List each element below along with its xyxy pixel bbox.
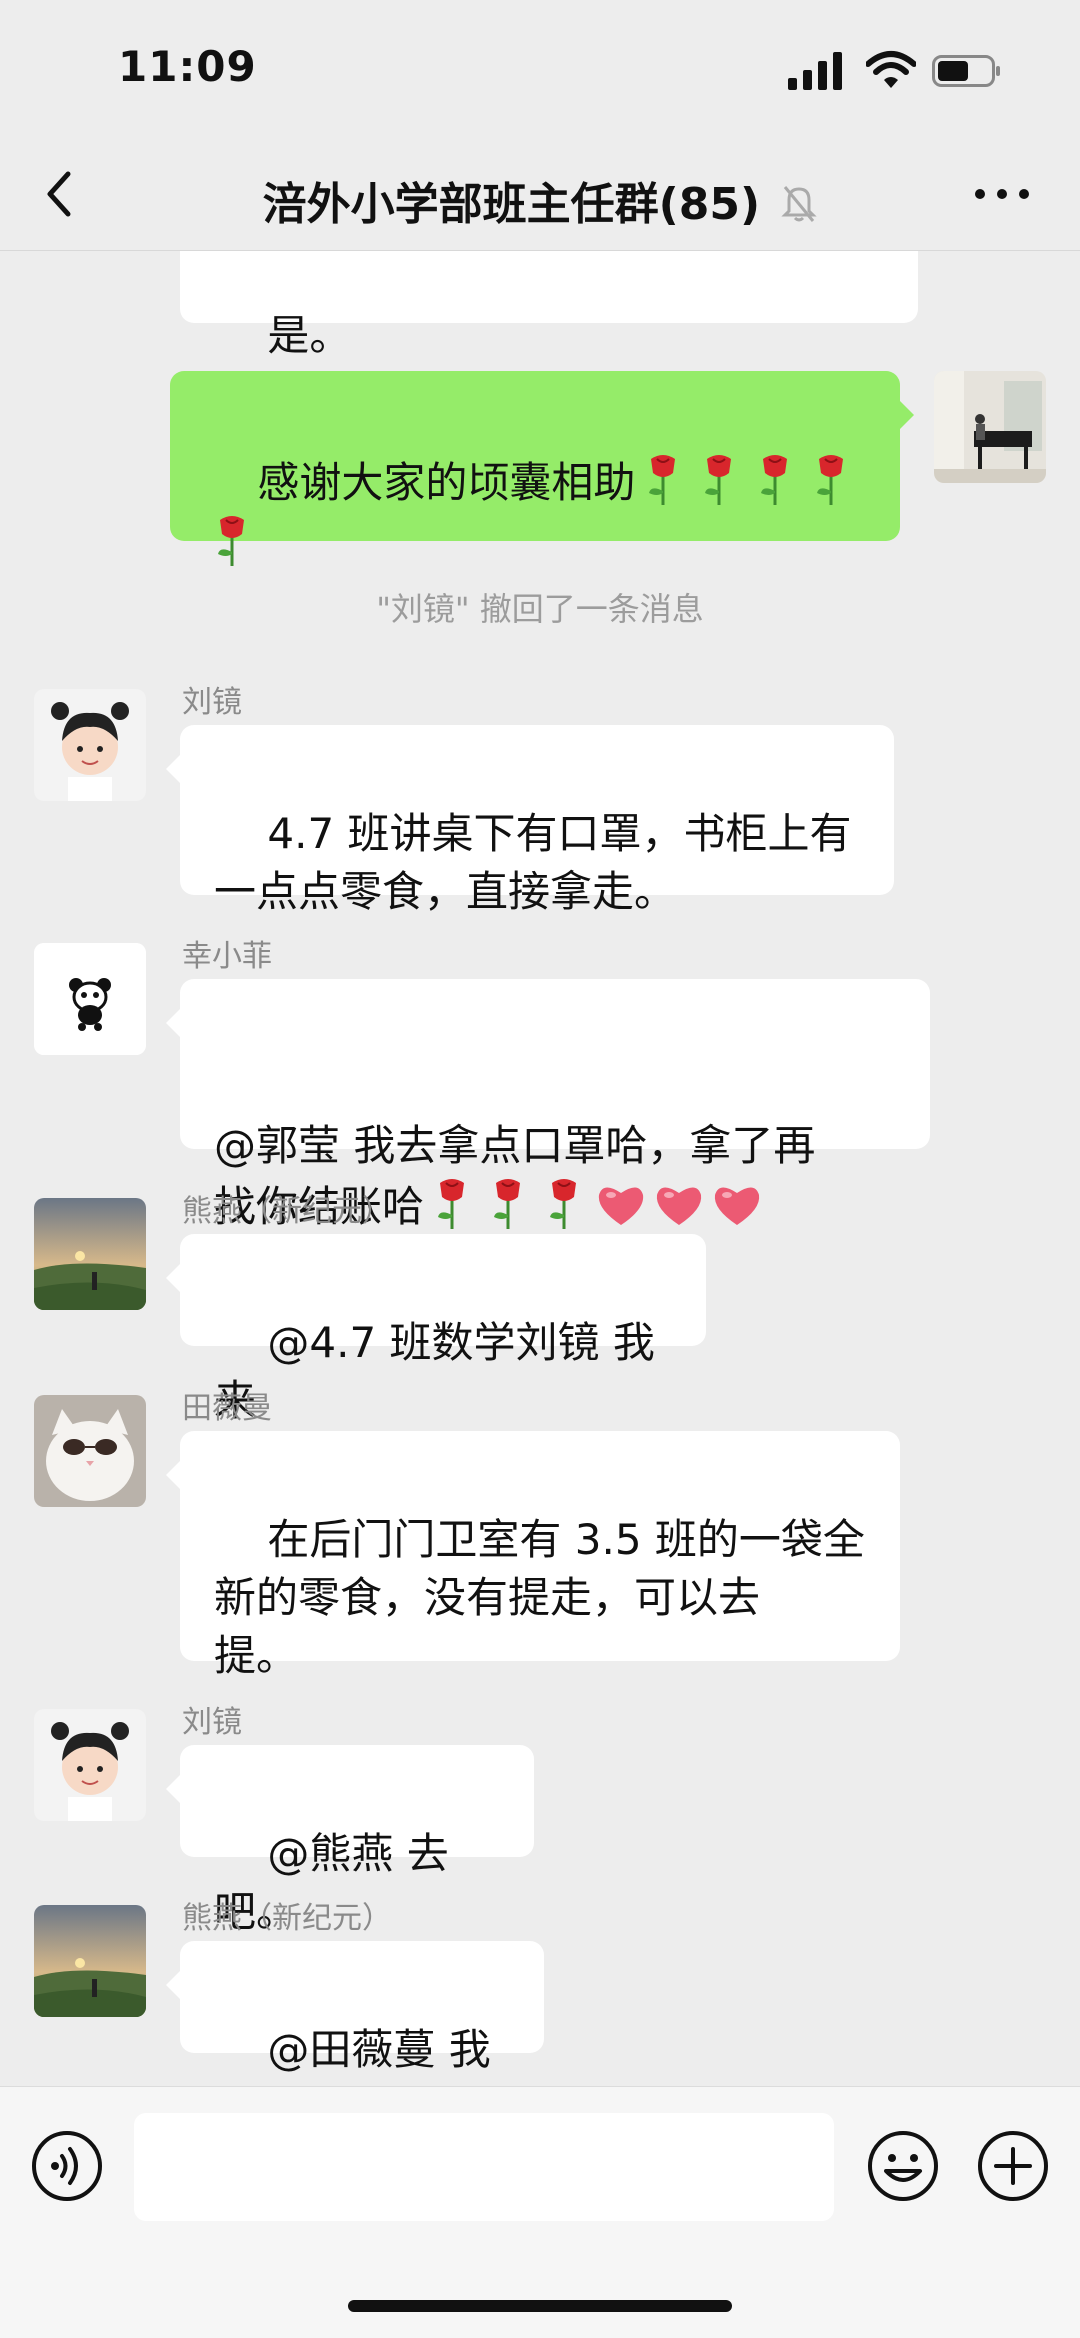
emoji-icon[interactable] — [866, 2129, 940, 2203]
rose-icon — [218, 516, 244, 566]
message-text: 在后门门卫室有 3.5 班的一袋全 新的零食，没有提走，可以去 提。 — [214, 1515, 865, 1680]
home-indicator[interactable] — [348, 2300, 732, 2312]
avatar[interactable] — [34, 689, 146, 801]
chat-title-area[interactable]: 涪外小学部班主任群(85) — [0, 168, 1080, 232]
avatar[interactable] — [34, 1395, 146, 1507]
panda-avatar-image — [34, 943, 146, 1055]
rose-icon — [550, 1179, 577, 1229]
rose-icon — [705, 455, 732, 505]
message-bubble[interactable]: @4.7 班数学刘镜 我来 — [166, 1234, 706, 1425]
chat-header: 涪外小学部班主任群(85) — [0, 140, 1080, 251]
message-bubble[interactable]: 是。 — [180, 251, 918, 360]
status-time: 11:09 — [118, 42, 257, 91]
sender-name: 熊燕（新纪元） — [182, 1194, 392, 1229]
voice-icon[interactable] — [30, 2129, 104, 2203]
message-text: 感谢大家的顷囊相助 — [257, 458, 636, 507]
heart-icon — [656, 1187, 702, 1225]
message-list[interactable]: 是。 感谢大家的顷囊相助 "刘镜" 撤回了一条消息 刘镜 4.7 班讲桌下有口罩… — [0, 251, 1080, 2085]
rose-icon — [438, 1179, 465, 1229]
message-bubble[interactable]: @熊燕 去吧。 — [166, 1745, 534, 1936]
my-avatar[interactable] — [934, 371, 1046, 483]
rose-icon — [761, 455, 788, 505]
piano-avatar-image — [934, 371, 1046, 483]
wifi-icon — [866, 51, 916, 88]
heart-icon — [714, 1187, 760, 1225]
plus-icon[interactable] — [976, 2129, 1050, 2203]
cat-avatar-image — [34, 1395, 146, 1507]
girl-avatar-image — [34, 1709, 146, 1821]
sender-name: 田薇曼 — [182, 1391, 272, 1426]
recall-notice: "刘镜" 撤回了一条消息 — [376, 590, 704, 628]
rose-icon — [649, 455, 676, 505]
message-bubble[interactable]: 4.7 班讲桌下有口罩，书柜上有 一点点零食，直接拿走。 — [166, 725, 894, 916]
avatar[interactable] — [34, 1905, 146, 2017]
avatar[interactable] — [34, 1198, 146, 1310]
message-bubble[interactable]: @郭莹 我去拿点口罩哈，拿了再 找你结账哈 — [166, 979, 930, 1231]
message-bubble[interactable]: @田薇蔓 我去 — [166, 1941, 544, 2085]
message-input[interactable] — [134, 2113, 834, 2221]
chat-title: 涪外小学部班主任群(85) — [262, 179, 761, 230]
more-icon[interactable] — [972, 174, 1032, 214]
message-text: @4.7 班数学刘镜 我来 — [214, 1318, 655, 1425]
message-bubble[interactable]: 在后门门卫室有 3.5 班的一袋全 新的零食，没有提走，可以去 提。 — [166, 1431, 900, 1680]
rose-icon — [494, 1179, 521, 1229]
cellular-signal-icon — [788, 52, 842, 90]
sender-name: 幸小菲 — [182, 939, 272, 974]
status-bar: 11:09 — [0, 0, 1080, 140]
sender-name: 刘镜 — [182, 1705, 242, 1740]
message-text: 是。 — [267, 311, 352, 360]
avatar[interactable] — [34, 1709, 146, 1821]
my-message-bubble[interactable]: 感谢大家的顷囊相助 — [170, 371, 914, 566]
battery-icon — [932, 55, 1000, 87]
girl-avatar-image — [34, 689, 146, 801]
message-text: @田薇蔓 我去 — [214, 2025, 491, 2085]
sender-name: 熊燕（新纪元） — [182, 1901, 392, 1936]
sender-name: 刘镜 — [182, 685, 242, 720]
message-text-line: @郭莹 我去拿点口罩哈，拿了再 — [214, 1121, 816, 1170]
landscape-avatar-image — [34, 1905, 146, 2017]
landscape-avatar-image — [34, 1198, 146, 1310]
message-text: 4.7 班讲桌下有口罩，书柜上有 一点点零食，直接拿走。 — [214, 809, 852, 916]
avatar[interactable] — [34, 943, 146, 1055]
rose-icon — [817, 455, 844, 505]
mute-icon — [781, 186, 818, 222]
heart-icon — [598, 1187, 644, 1225]
